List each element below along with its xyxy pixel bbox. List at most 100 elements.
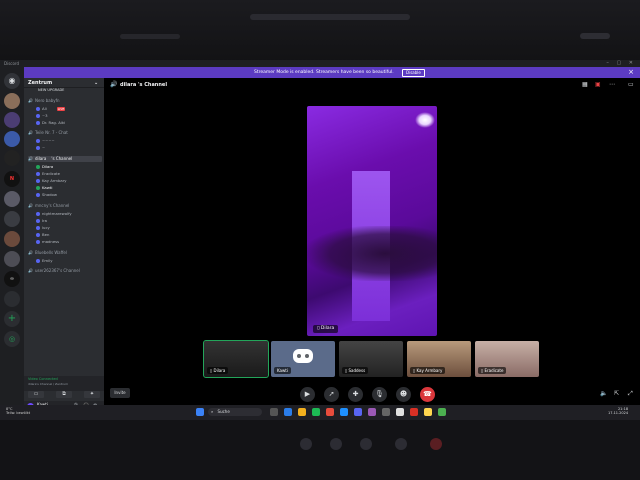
avatar: [36, 172, 40, 176]
call-header: 🔊 dilara 's Channel ▦ ▣ ⋯ ▭: [104, 78, 640, 92]
avatar: [36, 107, 40, 111]
server-header[interactable]: Zentrum ⌄: [24, 78, 104, 88]
server-icon[interactable]: [4, 291, 20, 307]
voice-user[interactable]: Ben: [36, 232, 49, 238]
soundboard-icon[interactable]: ☻: [396, 387, 411, 402]
server-icon[interactable]: [4, 231, 20, 247]
user-name: ~~~~: [42, 138, 55, 143]
voice-channel-nero[interactable]: 🔊 Nero babyfn: [28, 98, 102, 104]
upgrade-badge[interactable]: NEW UPGRADE: [38, 88, 64, 92]
chrome-icon[interactable]: [326, 408, 334, 416]
file-explorer-icon[interactable]: [298, 408, 306, 416]
video-shadow: [307, 226, 437, 281]
voice-channel-mncny[interactable]: 🔊 mncny's Channel: [28, 203, 102, 209]
volume-icon[interactable]: 🔈: [600, 390, 607, 397]
participant-tile[interactable]: ▯ Saddess: [339, 341, 403, 377]
explore-icon[interactable]: ◎: [4, 331, 20, 347]
server-icon[interactable]: [4, 112, 20, 128]
camera-icon[interactable]: ▶: [300, 387, 315, 402]
server-icon[interactable]: ∞: [4, 271, 20, 287]
grid-icon[interactable]: ▦: [582, 81, 588, 88]
voice-user[interactable]: ~: [36, 145, 45, 151]
avatar: [36, 121, 40, 125]
voice-user[interactable]: ~~~~: [36, 138, 55, 144]
voice-channel-bluebells[interactable]: 🔊 Bluebells Waffel: [28, 250, 102, 256]
server-icon[interactable]: [4, 191, 20, 207]
voice-channel-dilara[interactable]: 🔊 dilara 's Channel: [28, 156, 102, 162]
voice-user[interactable]: Dilara: [36, 164, 53, 170]
main-video-tile[interactable]: ▯ Dilara: [307, 106, 437, 336]
popout-window-icon[interactable]: ⇱: [614, 390, 619, 397]
app-icon[interactable]: [368, 408, 376, 416]
voice-user[interactable]: Eradicate: [36, 171, 60, 177]
system-clock[interactable]: 21:18 17.11.2024: [608, 407, 628, 415]
speaker-icon: 🔊: [28, 130, 33, 135]
disconnect-button[interactable]: ☎: [420, 387, 435, 402]
voice-user[interactable]: Shadow: [36, 192, 57, 198]
microphone-icon[interactable]: 🎙: [372, 387, 387, 402]
server-icon[interactable]: [4, 93, 20, 109]
activity-icon[interactable]: ✚: [348, 387, 363, 402]
server-icon[interactable]: [4, 131, 20, 147]
avatar: [36, 226, 40, 230]
fullscreen-icon[interactable]: ⤢: [628, 390, 633, 398]
participant-tile[interactable]: ▯ Eradicate: [475, 341, 539, 377]
app-icon[interactable]: [424, 408, 432, 416]
screen-share-icon[interactable]: ➚: [324, 387, 339, 402]
edge-icon[interactable]: [340, 408, 348, 416]
settings-icon[interactable]: [382, 408, 390, 416]
user-name: Kay Armbary: [42, 178, 67, 183]
participant-tile[interactable]: ▯ Kay Armbary: [407, 341, 471, 377]
window-controls[interactable]: – ▢ ✕: [606, 60, 636, 66]
participant-tile[interactable]: ▯ Dilara: [203, 340, 269, 378]
server-icon[interactable]: [4, 251, 20, 267]
voice-channel-teile[interactable]: 🔊 Teile Nr. 7 - Chat: [28, 130, 102, 136]
voice-user[interactable]: Ali LIVE: [36, 106, 66, 112]
popout-icon[interactable]: ▣: [595, 81, 601, 88]
more-icon[interactable]: ⋯: [609, 81, 615, 88]
taskbar-search[interactable]: ⌕ Suche: [208, 408, 262, 416]
screen-share-button[interactable]: ⧉: [56, 391, 72, 398]
voice-user[interactable]: lucy: [36, 225, 50, 231]
activity-button[interactable]: ✦: [84, 391, 100, 398]
participant-tile[interactable]: Kawti: [271, 341, 335, 377]
voice-user[interactable]: nightmarewolfy: [36, 211, 72, 217]
participant-label: ▯ Dilara: [313, 325, 339, 333]
voice-user[interactable]: ~3: [36, 113, 48, 119]
start-icon[interactable]: [196, 408, 204, 416]
disable-streamer-mode-button[interactable]: Disable: [402, 69, 425, 77]
app-icon[interactable]: [438, 408, 446, 416]
voice-user[interactable]: madness: [36, 239, 59, 245]
channel-name: mncny's Channel: [34, 203, 70, 208]
app-icon[interactable]: [410, 408, 418, 416]
avatar: [36, 193, 40, 197]
server-icon[interactable]: [4, 211, 20, 227]
camera-toggle-button[interactable]: ▭: [28, 391, 44, 398]
voice-user[interactable]: Kay Armbary: [36, 178, 67, 184]
voice-user[interactable]: Ira: [36, 218, 47, 224]
spotify-icon[interactable]: [312, 408, 320, 416]
server-icon[interactable]: [4, 150, 20, 166]
discord-icon[interactable]: [354, 408, 362, 416]
streamer-mode-banner: Streamer Mode is enabled. Streamers have…: [24, 67, 640, 78]
voice-channel-path[interactable]: dilara's Channel / Zentrum: [28, 382, 68, 386]
app-icon[interactable]: [396, 408, 404, 416]
voice-user[interactable]: Kawti: [36, 185, 52, 191]
close-icon[interactable]: ×: [628, 68, 634, 76]
invite-button[interactable]: Invite: [110, 388, 130, 398]
blurred-control: [580, 33, 610, 39]
voice-channel-user262367[interactable]: 🔊 user262367's Channel: [28, 268, 102, 274]
user-name: ~: [42, 145, 46, 150]
weather-widget[interactable]: 8°C Teilw. bewölkt: [6, 407, 30, 415]
voice-user[interactable]: Dr. Rag. Aiki: [36, 120, 65, 126]
ceiling-light: [415, 112, 435, 128]
avatar: [36, 233, 40, 237]
teams-icon[interactable]: [284, 408, 292, 416]
server-icon[interactable]: N: [4, 171, 20, 187]
add-server-icon[interactable]: +: [4, 311, 20, 327]
speaker-icon: 🔊: [28, 203, 33, 208]
voice-user[interactable]: Emily: [36, 258, 52, 264]
direct-messages-icon[interactable]: ◉: [4, 73, 20, 89]
inbox-icon[interactable]: ▭: [628, 81, 634, 88]
task-view-icon[interactable]: [270, 408, 278, 416]
